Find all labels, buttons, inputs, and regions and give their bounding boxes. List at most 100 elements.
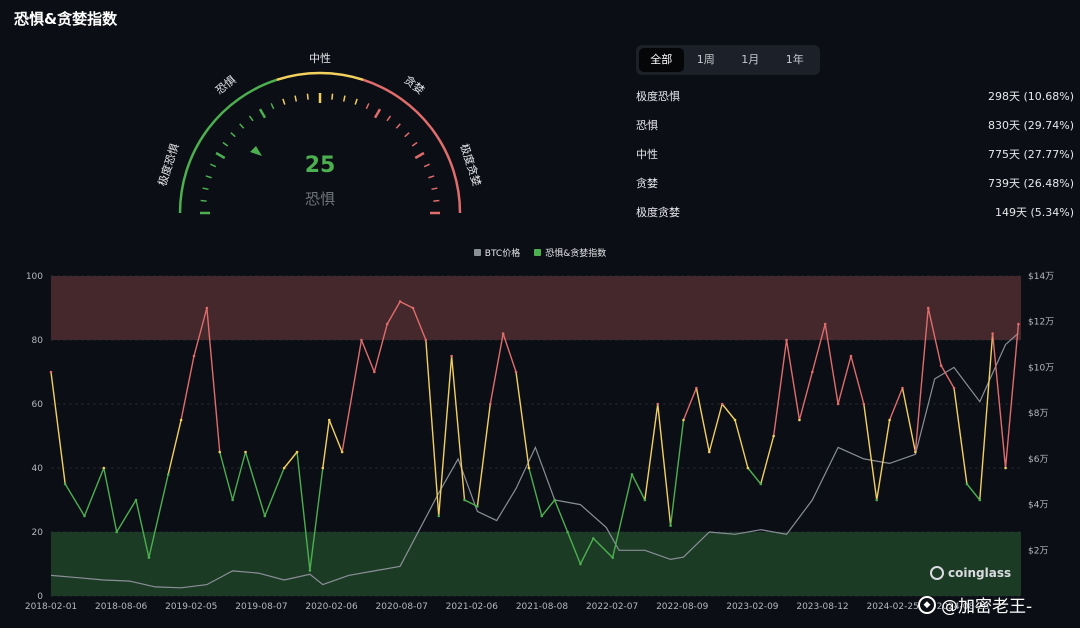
stat-label: 恐惧 <box>636 119 658 132</box>
fear-greed-segment <box>966 483 981 501</box>
y-right-tick-label: $4万 <box>1028 501 1048 511</box>
fear-greed-point <box>823 322 827 326</box>
fear-greed-point <box>63 482 67 486</box>
fear-greed-segment <box>438 355 453 517</box>
gauge-tick <box>239 123 245 129</box>
fear-greed-segment <box>116 499 137 533</box>
gauge-label-greed: 贪婪 <box>401 73 427 98</box>
fear-greed-segment <box>541 499 556 517</box>
legend-item-fear-greed-index[interactable]: 恐惧&贪婪指数 <box>534 246 606 259</box>
fear-greed-point <box>695 386 698 390</box>
fear-greed-point <box>785 338 788 342</box>
fear-greed-point <box>424 338 428 342</box>
fear-greed-point <box>308 569 312 572</box>
legend-label: BTC价格 <box>484 249 521 259</box>
time-range-tabs: 全部 1周 1月 1年 <box>636 45 820 75</box>
fear-greed-point <box>682 418 685 422</box>
stat-label: 极度恐惧 <box>636 90 680 103</box>
gauge-label-extreme-fear: 极度恐惧 <box>155 142 182 188</box>
fear-greed-point <box>862 402 866 406</box>
gauge-arc-fear <box>178 78 278 214</box>
fear-greed-segment <box>450 355 466 501</box>
tab-all[interactable]: 全部 <box>639 48 684 72</box>
fear-greed-point <box>340 450 344 454</box>
fear-greed-point <box>566 530 569 534</box>
fear-greed-segment <box>876 419 891 501</box>
gauge-tick <box>404 132 410 138</box>
gauge-tick <box>270 103 275 110</box>
tab-1-week[interactable]: 1周 <box>684 48 729 72</box>
fear-greed-point <box>1004 466 1007 470</box>
fear-greed-segment <box>476 403 491 507</box>
fear-greed-point <box>205 306 209 310</box>
stat-label: 中性 <box>636 148 658 161</box>
fear-greed-segment <box>64 483 86 517</box>
fear-greed-point <box>811 370 814 374</box>
fear-greed-point <box>327 418 331 422</box>
y-left-tick-label: 100 <box>26 272 43 282</box>
fear-greed-point <box>147 556 151 559</box>
gauge-tick <box>354 98 358 105</box>
fear-greed-point <box>952 386 956 390</box>
fear-greed-point <box>385 322 389 326</box>
y-right-tick-label: $12万 <box>1028 318 1054 328</box>
gauge-tick <box>202 187 209 191</box>
stat-row-extreme-fear: 极度恐惧 298天 (10.68%) <box>636 82 1074 111</box>
stat-row-fear: 恐惧 830天 (29.74%) <box>636 111 1074 140</box>
legend-item-btc-price[interactable]: BTC价格 <box>473 246 521 259</box>
gauge-tick <box>428 175 435 179</box>
x-tick-label: 2022-08-09 <box>656 602 709 612</box>
fear-greed-point <box>192 354 196 358</box>
fear-greed-point <box>553 498 556 502</box>
gauge-tick <box>306 93 309 100</box>
fear-greed-point <box>166 473 170 476</box>
fear-greed-point <box>450 354 453 358</box>
fear-greed-segment <box>1004 323 1020 469</box>
fear-greed-point <box>115 530 118 534</box>
attribution-text: @加密老王- <box>941 597 1033 617</box>
fear-greed-segment <box>515 371 530 469</box>
legend-label: 恐惧&贪婪指数 <box>545 249 607 259</box>
watermark-text: coinglass <box>948 566 1012 580</box>
y-right-tick-label: $2万 <box>1028 546 1048 556</box>
fear-greed-point <box>707 450 711 454</box>
fear-greed-point <box>759 482 763 486</box>
gauge-tick <box>248 115 254 122</box>
fear-greed-segment <box>979 333 994 501</box>
tab-1-month[interactable]: 1月 <box>728 48 773 72</box>
gauge-label-neutral: 中性 <box>309 51 331 65</box>
fear-greed-point <box>991 332 994 335</box>
fear-greed-segment <box>264 467 285 517</box>
fear-greed-segment <box>901 387 917 453</box>
fear-greed-gauge: 极度恐惧 恐惧 中性 贪婪 极度贪婪 25 恐惧 <box>155 51 484 215</box>
gauge-state: 恐惧 <box>305 190 335 208</box>
fear-greed-point <box>463 498 466 502</box>
fear-greed-point <box>179 418 183 422</box>
stat-row-extreme-greed: 极度贪婪 149天 (5.34%) <box>636 198 1074 227</box>
fear-greed-point <box>965 482 969 486</box>
fear-greed-point <box>540 514 544 518</box>
fear-greed-segment <box>631 474 646 501</box>
fear-greed-segment <box>708 403 723 453</box>
fear-greed-point <box>1017 322 1020 326</box>
fear-greed-point <box>321 466 325 470</box>
fear-greed-chart: 0 20 40 60 80 100 $2万 $4万 $6万 $8万 $10万 $12万 $14万 2018… <box>25 272 1054 612</box>
gauge-arc-neutral <box>276 71 364 82</box>
fear-greed-segment <box>837 355 852 405</box>
fear-greed-point <box>875 498 879 502</box>
fear-greed-segment <box>798 371 813 421</box>
fear-greed-segment <box>322 419 330 469</box>
tab-1-year[interactable]: 1年 <box>773 48 818 72</box>
fear-greed-segment <box>644 403 659 501</box>
x-tick-label: 2021-08-08 <box>516 602 569 612</box>
fear-greed-segment <box>657 403 672 526</box>
gauge-value: 25 <box>305 153 336 178</box>
gauge-tick <box>230 132 236 138</box>
fear-greed-segment <box>695 387 710 453</box>
fear-greed-point <box>527 466 531 470</box>
fear-greed-point <box>411 306 415 310</box>
fear-greed-segment <box>991 333 1007 469</box>
stat-value: 149天 (5.34%) <box>994 206 1074 219</box>
x-tick-label: 2019-02-05 <box>165 602 217 612</box>
gauge-tick <box>423 163 430 168</box>
